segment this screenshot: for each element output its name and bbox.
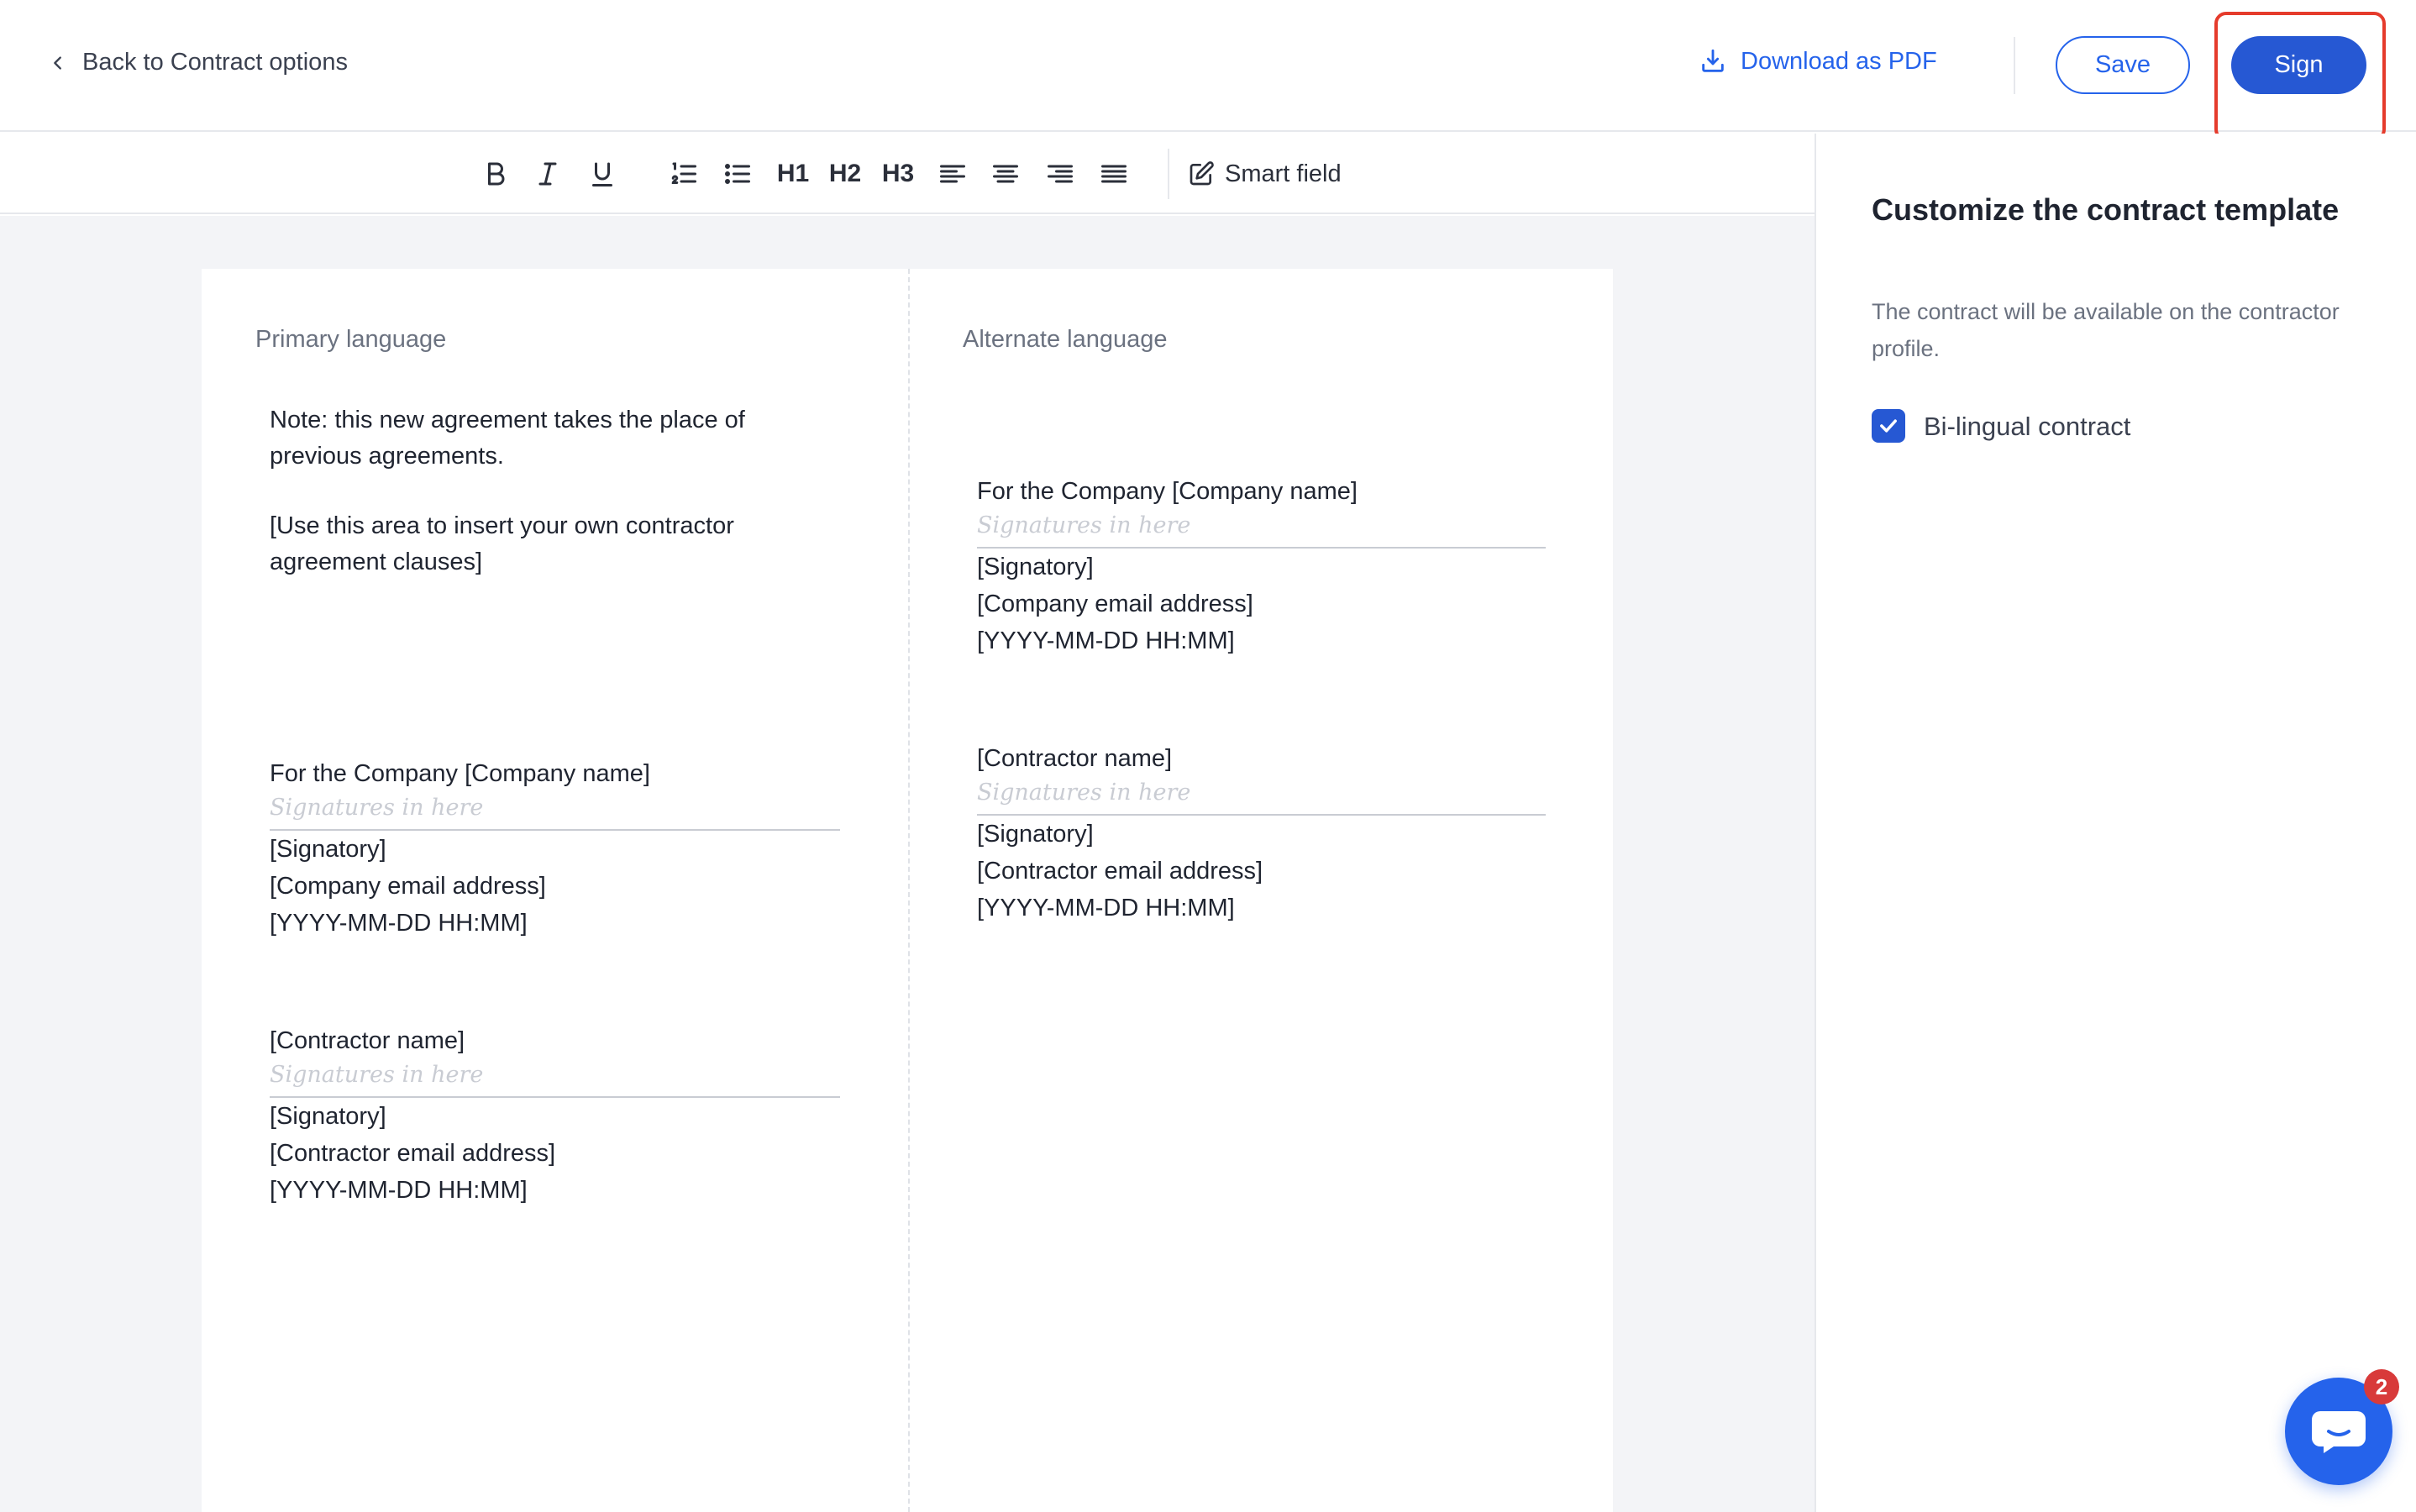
alternate-contractor-title: [Contractor name] bbox=[977, 745, 1173, 772]
alternate-company-email: [Company email address] bbox=[977, 591, 1253, 617]
alternate-company-signature-placeholder[interactable]: Signatures in here bbox=[977, 512, 1190, 538]
primary-language-label: Primary language bbox=[255, 326, 447, 353]
back-link[interactable]: Back to Contract options bbox=[49, 49, 348, 76]
customize-panel: Customize the contract template The cont… bbox=[1815, 134, 2416, 1512]
save-button[interactable]: Save bbox=[2056, 36, 2190, 94]
bilingual-label[interactable]: Bi-lingual contract bbox=[1924, 409, 2130, 444]
italic-button[interactable] bbox=[531, 154, 565, 194]
clauses-placeholder[interactable]: [Use this area to insert your own contra… bbox=[270, 508, 807, 580]
primary-contractor-datetime: [YYYY-MM-DD HH:MM] bbox=[270, 1177, 528, 1204]
chat-icon bbox=[2312, 1411, 2366, 1453]
bold-button[interactable] bbox=[479, 154, 512, 194]
underline-button[interactable] bbox=[586, 154, 619, 194]
editor-toolbar: H1 H2 H3 Smart field bbox=[0, 134, 1815, 214]
primary-company-email: [Company email address] bbox=[270, 873, 546, 900]
primary-company-signatory: [Signatory] bbox=[270, 836, 386, 863]
bilingual-checkbox[interactable] bbox=[1872, 409, 1905, 443]
bullet-list-icon bbox=[725, 164, 750, 184]
align-right-button[interactable] bbox=[1043, 154, 1077, 194]
bold-icon bbox=[488, 162, 505, 186]
align-right-icon bbox=[1048, 165, 1073, 183]
download-pdf-label: Download as PDF bbox=[1741, 47, 1937, 75]
primary-contractor-title: [Contractor name] bbox=[270, 1027, 465, 1054]
align-justify-button[interactable] bbox=[1097, 154, 1131, 194]
alternate-company-signatory: [Signatory] bbox=[977, 554, 1094, 580]
heading-1-button[interactable]: H1 bbox=[775, 154, 811, 194]
toolbar-divider bbox=[1168, 149, 1169, 199]
align-justify-icon bbox=[1101, 165, 1127, 183]
heading-2-button[interactable]: H2 bbox=[827, 154, 864, 194]
underline-icon bbox=[592, 162, 612, 186]
ordered-list-button[interactable] bbox=[666, 154, 701, 194]
header-divider bbox=[2014, 37, 2015, 94]
sign-button[interactable]: Sign bbox=[2231, 36, 2366, 94]
alternate-contractor-email: [Contractor email address] bbox=[977, 858, 1263, 885]
align-left-button[interactable] bbox=[936, 154, 969, 194]
align-center-icon bbox=[993, 165, 1018, 183]
chevron-left-icon bbox=[54, 55, 61, 70]
unread-badge: 2 bbox=[2364, 1369, 2399, 1404]
panel-title: Customize the contract template bbox=[1872, 192, 2340, 227]
top-bar: Back to Contract options Download as PDF… bbox=[0, 0, 2416, 141]
alternate-company-datetime: [YYYY-MM-DD HH:MM] bbox=[977, 627, 1235, 654]
smart-field-button[interactable]: Smart field bbox=[1188, 154, 1342, 194]
primary-company-title: For the Company [Company name] bbox=[270, 760, 650, 787]
primary-company-signature-placeholder[interactable]: Signatures in here bbox=[270, 795, 483, 821]
alternate-contractor-signatory: [Signatory] bbox=[977, 821, 1094, 848]
bullet-list-button[interactable] bbox=[720, 154, 755, 194]
panel-description: The contract will be available on the co… bbox=[1872, 299, 2340, 361]
agreement-note[interactable]: Note: this new agreement takes the place… bbox=[270, 402, 807, 475]
download-pdf-button[interactable]: Download as PDF bbox=[1699, 47, 1937, 76]
alternate-language-label: Alternate language bbox=[963, 326, 1168, 353]
checkmark-icon bbox=[1880, 419, 1897, 433]
download-icon bbox=[1702, 49, 1724, 72]
alternate-contractor-datetime: [YYYY-MM-DD HH:MM] bbox=[977, 895, 1235, 921]
italic-icon bbox=[538, 162, 557, 186]
smart-field-label: Smart field bbox=[1225, 160, 1342, 187]
column-divider bbox=[908, 269, 910, 1512]
primary-company-datetime: [YYYY-MM-DD HH:MM] bbox=[270, 910, 528, 937]
ordered-list-icon bbox=[671, 162, 696, 184]
alternate-company-title: For the Company [Company name] bbox=[977, 478, 1358, 505]
align-left-icon bbox=[940, 165, 965, 183]
primary-contractor-signatory: [Signatory] bbox=[270, 1103, 386, 1130]
back-link-label: Back to Contract options bbox=[82, 49, 348, 76]
edit-icon bbox=[1190, 161, 1214, 186]
heading-3-button[interactable]: H3 bbox=[880, 154, 917, 194]
alternate-contractor-signature-placeholder[interactable]: Signatures in here bbox=[977, 780, 1190, 806]
primary-contractor-email: [Contractor email address] bbox=[270, 1140, 556, 1167]
align-center-button[interactable] bbox=[989, 154, 1022, 194]
primary-contractor-signature-placeholder[interactable]: Signatures in here bbox=[270, 1062, 483, 1088]
